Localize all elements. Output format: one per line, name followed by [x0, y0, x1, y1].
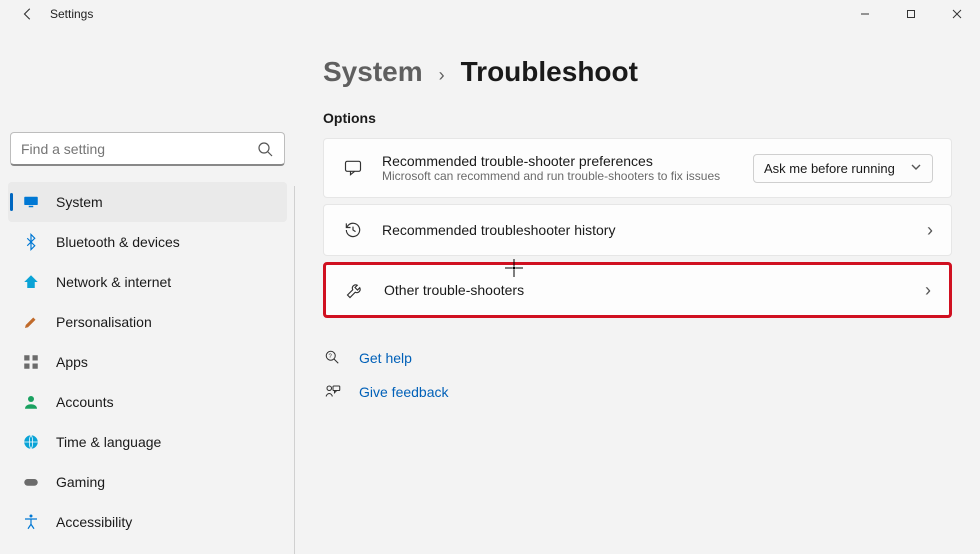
search-icon	[256, 140, 274, 158]
window-title: Settings	[50, 7, 93, 21]
sidebar-item-gaming[interactable]: Gaming	[8, 462, 287, 502]
maximize-button[interactable]	[888, 0, 934, 28]
bluetooth-icon	[22, 233, 40, 251]
close-button[interactable]	[934, 0, 980, 28]
breadcrumb-current: Troubleshoot	[461, 56, 638, 88]
wifi-icon	[22, 273, 40, 291]
get-help-link[interactable]: Get help	[359, 350, 412, 366]
card-title: Other trouble-shooters	[384, 282, 907, 298]
sidebar-item-bluetooth-devices[interactable]: Bluetooth & devices	[8, 222, 287, 262]
sidebar-item-label: Personalisation	[56, 314, 152, 330]
sidebar-item-network-internet[interactable]: Network & internet	[8, 262, 287, 302]
card-preferences: Recommended trouble-shooter preferences …	[323, 138, 952, 198]
feedback-icon	[323, 382, 343, 402]
sidebar-item-label: Accounts	[56, 394, 114, 410]
sidebar-item-accounts[interactable]: Accounts	[8, 382, 287, 422]
sidebar-item-label: Time & language	[56, 434, 161, 450]
sidebar-item-personalisation[interactable]: Personalisation	[8, 302, 287, 342]
main-content: System › Troubleshoot Options Recommende…	[295, 28, 980, 554]
svg-text:?: ?	[329, 354, 333, 360]
card-title: Recommended trouble-shooter preferences	[382, 153, 735, 169]
help-icon: ?	[323, 348, 343, 368]
sidebar-item-label: Bluetooth & devices	[56, 234, 180, 250]
back-button[interactable]	[20, 6, 36, 22]
brush-icon	[22, 313, 40, 331]
sidebar-item-time-language[interactable]: Time & language	[8, 422, 287, 462]
card-title: Recommended troubleshooter history	[382, 222, 909, 238]
sidebar-item-label: Apps	[56, 354, 88, 370]
titlebar: Settings	[0, 0, 980, 28]
sidebar-item-accessibility[interactable]: Accessibility	[8, 502, 287, 542]
sidebar-item-label: System	[56, 194, 103, 210]
feedback-link-row: Give feedback	[323, 382, 952, 402]
account-icon	[22, 393, 40, 411]
chevron-right-icon: ›	[439, 65, 445, 86]
card-history[interactable]: Recommended troubleshooter history	[323, 204, 952, 256]
minimize-button[interactable]	[842, 0, 888, 28]
breadcrumb-parent[interactable]: System	[323, 56, 423, 88]
chevron-right-icon	[927, 220, 933, 241]
chat-icon	[342, 157, 364, 179]
card-other-troubleshooters[interactable]: Other trouble-shooters	[323, 262, 952, 318]
sidebar-item-label: Gaming	[56, 474, 105, 490]
breadcrumb: System › Troubleshoot	[323, 56, 952, 88]
card-subtitle: Microsoft can recommend and run trouble-…	[382, 169, 735, 183]
search-input[interactable]	[21, 141, 256, 157]
globe-icon	[22, 433, 40, 451]
apps-icon	[22, 353, 40, 371]
sidebar-item-apps[interactable]: Apps	[8, 342, 287, 382]
sidebar: System Bluetooth & devices Network & inter…	[0, 28, 295, 554]
sidebar-item-label: Accessibility	[56, 514, 132, 530]
preferences-dropdown[interactable]: Ask me before running	[753, 154, 933, 183]
help-link-row: ? Get help	[323, 348, 952, 368]
sidebar-item-system[interactable]: System	[8, 182, 287, 222]
wrench-icon	[344, 279, 366, 301]
chevron-right-icon	[925, 280, 931, 301]
sidebar-item-label: Network & internet	[56, 274, 171, 290]
give-feedback-link[interactable]: Give feedback	[359, 384, 449, 400]
accessibility-icon	[22, 513, 40, 531]
search-input-wrap[interactable]	[10, 132, 285, 166]
section-label: Options	[323, 110, 952, 126]
gamepad-icon	[22, 473, 40, 491]
display-icon	[22, 193, 40, 211]
dropdown-value: Ask me before running	[764, 161, 895, 176]
history-icon	[342, 219, 364, 241]
chevron-down-icon	[910, 161, 922, 176]
